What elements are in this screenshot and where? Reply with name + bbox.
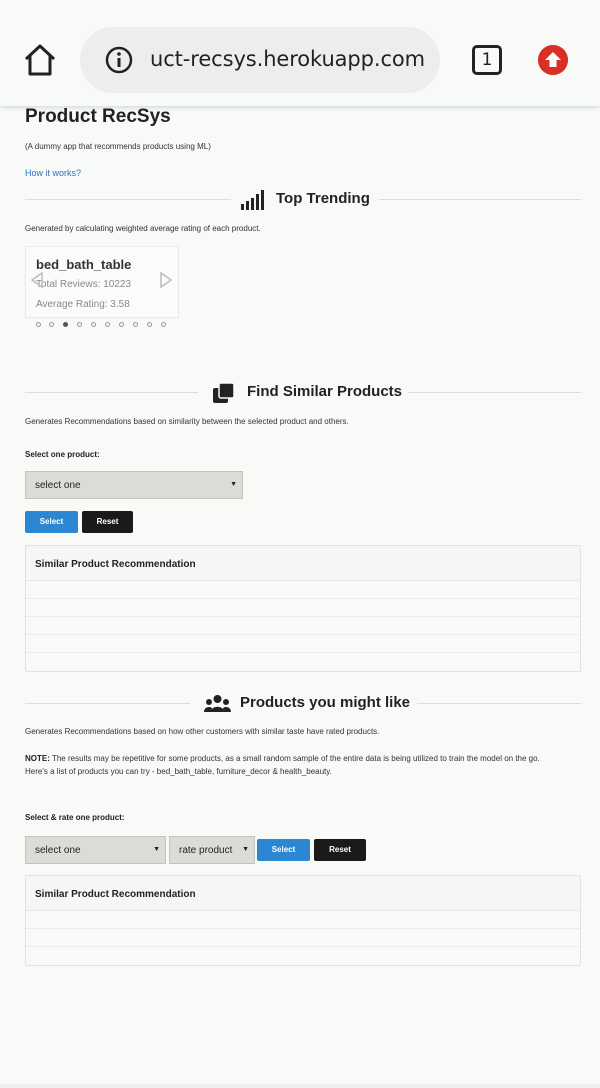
chevron-down-icon: ▼ [230,481,237,488]
carousel-dot[interactable] [77,322,82,327]
might-like-recommendation-table: Similar Product Recommendation [25,875,581,966]
how-it-works-link[interactable]: How it works? [25,168,81,178]
note-product-list: Here's a list of products you can try - … [25,767,332,776]
carousel-dot[interactable] [105,322,110,327]
copy-squares-icon [213,383,235,403]
note-label: NOTE: [25,754,50,763]
similar-recommendation-table: Similar Product Recommendation [25,545,581,672]
select-rate-label: Select & rate one product: [25,813,125,822]
section-title: Products you might like [240,694,411,711]
browser-toolbar: uct-recsys.herokuapp.com 1 [0,0,600,106]
chevron-down-icon: ▼ [153,846,160,853]
total-reviews: Total Reviews: 10223 [36,279,132,290]
table-row [26,653,580,671]
product-select[interactable]: select one ▼ [25,836,166,864]
divider-right [408,392,581,393]
carousel-dot[interactable] [36,322,41,327]
app-subtitle: (A dummy app that recommends products us… [25,142,211,151]
might-like-heading: Products you might like [25,694,581,714]
table-row [26,599,580,617]
rating-select[interactable]: rate product ▼ [169,836,255,864]
carousel-dot[interactable] [119,322,124,327]
carousel-next-icon[interactable] [159,272,173,288]
users-icon [204,695,231,712]
divider-left [25,703,190,704]
table-header: Similar Product Recommendation [26,546,580,581]
divider-right [417,703,581,704]
url-text[interactable]: uct-recsys.herokuapp.com [150,47,425,71]
carousel-dot[interactable] [49,322,54,327]
average-rating: Average Rating: 3.58 [36,299,130,310]
table-row [26,911,580,929]
similar-description: Generates Recommendations based on simil… [25,417,349,426]
find-similar-heading: Find Similar Products [25,383,581,403]
product-name: bed_bath_table [36,257,132,272]
tabs-icon[interactable]: 1 [472,45,502,75]
select-button[interactable]: Select [25,511,78,533]
trending-description: Generated by calculating weighted averag… [25,224,261,233]
app-title: Product RecSys [25,106,171,127]
trending-product-card[interactable]: bed_bath_table Total Reviews: 10223 Aver… [25,246,179,318]
info-icon[interactable] [104,45,134,75]
table-row [26,929,580,947]
rating-select-value: rate product [179,845,233,856]
reset-button[interactable]: Reset [314,839,366,861]
note-text: NOTE: The results may be repetitive for … [25,752,585,778]
table-row [26,947,580,965]
top-trending-heading: Top Trending [25,190,581,210]
select-product-label: Select one product: [25,450,100,459]
product-select-value: select one [35,480,81,491]
table-row [26,581,580,599]
reset-button[interactable]: Reset [82,511,133,533]
carousel-dot[interactable] [147,322,152,327]
carousel-prev-icon[interactable] [30,272,44,288]
product-select-value: select one [35,845,81,856]
carousel-dot-active[interactable] [63,322,68,327]
signal-bars-icon [241,190,264,210]
select-button[interactable]: Select [257,839,310,861]
section-title: Find Similar Products [247,383,403,400]
might-like-description: Generates Recommendations based on how o… [25,727,380,736]
divider-left [25,199,231,200]
table-row [26,617,580,635]
chevron-down-icon: ▼ [242,846,249,853]
section-title: Top Trending [276,190,370,207]
carousel-dot[interactable] [161,322,166,327]
update-icon[interactable] [538,45,568,75]
product-select[interactable]: select one ▼ [25,471,243,499]
divider-right [379,199,581,200]
bottom-divider [0,1084,600,1088]
carousel-dot[interactable] [133,322,138,327]
divider-left [25,392,198,393]
carousel-dot[interactable] [91,322,96,327]
table-header: Similar Product Recommendation [26,876,580,911]
home-icon[interactable] [22,42,58,78]
table-row [26,635,580,653]
note-body: The results may be repetitive for some p… [49,754,540,763]
